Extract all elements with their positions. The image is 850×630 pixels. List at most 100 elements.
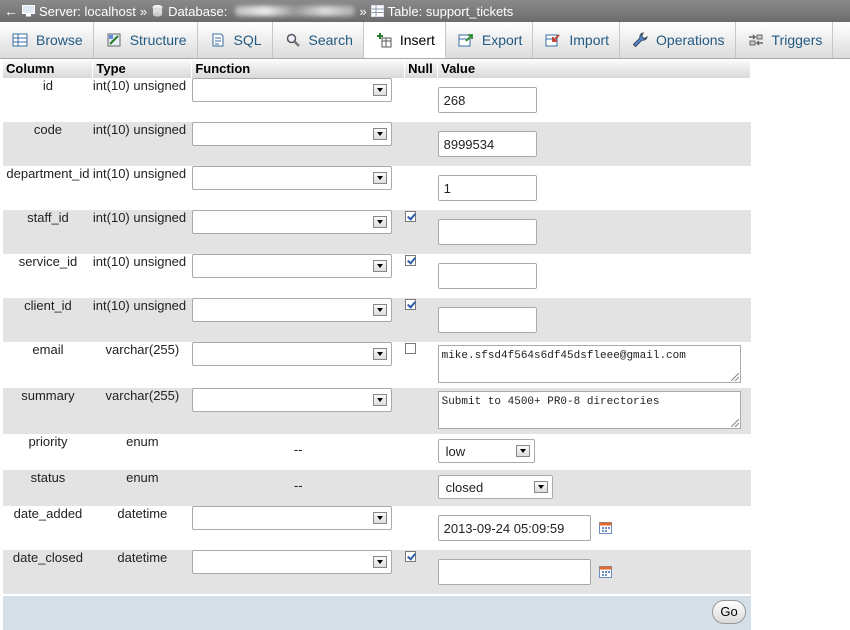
breadcrumb-bar: ← Server: localhost » Database: » Table:… bbox=[0, 0, 850, 22]
sql-icon bbox=[212, 33, 223, 47]
server-icon bbox=[22, 5, 35, 17]
column-type: int(10) unsigned bbox=[92, 254, 192, 298]
column-name: email bbox=[3, 342, 93, 388]
value-input[interactable]: 8999534 bbox=[437, 131, 537, 157]
column-name: date_added bbox=[3, 506, 93, 550]
resize-grip-icon[interactable] bbox=[730, 419, 739, 427]
function-select[interactable] bbox=[191, 550, 392, 574]
tab-export-label: Export bbox=[481, 32, 523, 48]
value-textarea[interactable]: mike.sfsd4f564s6df45dsfleee@gmail.com bbox=[437, 345, 741, 383]
function-select[interactable] bbox=[191, 342, 392, 366]
tab-import[interactable]: Import bbox=[533, 22, 621, 58]
value-input[interactable]: 268 bbox=[437, 87, 537, 113]
dropdown-arrow-icon bbox=[533, 481, 548, 493]
redacted-database-name bbox=[235, 6, 356, 16]
import-icon bbox=[545, 34, 560, 47]
value-input[interactable] bbox=[437, 307, 537, 333]
tab-structure-label: Structure bbox=[129, 32, 187, 48]
value-input[interactable] bbox=[437, 219, 537, 245]
column-type: varchar(255) bbox=[92, 342, 192, 388]
function-select[interactable] bbox=[191, 254, 392, 278]
table-icon bbox=[370, 5, 384, 17]
header-value: Value bbox=[437, 59, 751, 78]
table-row: id int(10) unsigned 268 bbox=[3, 78, 751, 122]
column-type: datetime bbox=[92, 550, 192, 594]
table-row: service_id int(10) unsigned bbox=[3, 254, 751, 298]
value-input[interactable]: 2013-09-24 05:09:59 bbox=[437, 515, 591, 541]
function-select[interactable] bbox=[191, 78, 392, 102]
function-select[interactable] bbox=[191, 122, 392, 146]
textarea-text: Submit to 4500+ PR0-8 directories bbox=[441, 396, 660, 408]
go-button[interactable]: Go bbox=[712, 600, 746, 624]
null-checkbox[interactable] bbox=[404, 299, 416, 310]
function-select[interactable] bbox=[191, 298, 392, 322]
header-null: Null bbox=[404, 59, 439, 78]
null-checkbox[interactable] bbox=[404, 551, 416, 562]
function-select[interactable] bbox=[191, 210, 392, 234]
priority-selected-value: low bbox=[445, 444, 466, 459]
tab-search[interactable]: Search bbox=[273, 22, 364, 58]
triggers-icon bbox=[748, 34, 763, 46]
value-textarea[interactable]: Submit to 4500+ PR0-8 directories bbox=[437, 391, 741, 429]
dropdown-arrow-icon bbox=[372, 304, 387, 316]
column-type: int(10) unsigned bbox=[92, 210, 192, 254]
value-input[interactable]: 1 bbox=[437, 175, 537, 201]
value-input[interactable] bbox=[437, 559, 591, 585]
table-row: client_id int(10) unsigned bbox=[3, 298, 751, 342]
priority-select[interactable]: low bbox=[437, 439, 535, 463]
tab-import-label: Import bbox=[569, 32, 610, 48]
tab-triggers-label: Triggers bbox=[771, 32, 823, 48]
function-select[interactable] bbox=[191, 166, 392, 190]
column-name: code bbox=[3, 122, 93, 166]
tab-browse-label: Browse bbox=[36, 32, 83, 48]
tab-insert[interactable]: Insert bbox=[363, 22, 446, 58]
table-row: status enum -- closed bbox=[3, 470, 751, 506]
table-row: summary varchar(255) Submit to 4500+ PR0… bbox=[3, 388, 751, 434]
tab-export[interactable]: Export bbox=[446, 22, 534, 58]
resize-grip-icon[interactable] bbox=[730, 373, 739, 381]
null-checkbox[interactable] bbox=[404, 343, 416, 354]
breadcrumb-separator: » bbox=[359, 3, 367, 19]
column-type: int(10) unsigned bbox=[92, 122, 192, 166]
dropdown-arrow-icon bbox=[515, 445, 530, 457]
null-checkbox[interactable] bbox=[404, 211, 416, 222]
tab-triggers[interactable]: Triggers bbox=[736, 22, 834, 58]
table-row: staff_id int(10) unsigned bbox=[3, 210, 751, 254]
column-type: enum bbox=[92, 434, 192, 470]
textarea-text: mike.sfsd4f564s6df45dsfleee@gmail.com bbox=[441, 350, 686, 362]
wrench-icon bbox=[632, 32, 648, 48]
breadcrumb-database-label: Database: bbox=[168, 3, 228, 19]
calendar-icon[interactable] bbox=[598, 566, 612, 578]
function-select[interactable] bbox=[191, 506, 392, 530]
breadcrumb-database[interactable]: Database: bbox=[151, 3, 356, 19]
dropdown-arrow-icon bbox=[372, 556, 387, 568]
value-input[interactable] bbox=[437, 263, 537, 289]
calendar-icon[interactable] bbox=[598, 522, 612, 534]
tab-insert-label: Insert bbox=[399, 31, 435, 48]
back-arrow-icon[interactable]: ← bbox=[0, 3, 22, 19]
dropdown-arrow-icon bbox=[372, 394, 387, 406]
dropdown-arrow-icon bbox=[372, 172, 387, 184]
tab-operations[interactable]: Operations bbox=[620, 22, 736, 58]
status-select[interactable]: closed bbox=[437, 475, 553, 499]
insert-icon bbox=[376, 32, 392, 47]
null-checkbox[interactable] bbox=[404, 255, 416, 266]
breadcrumb-separator: » bbox=[139, 3, 148, 19]
column-type: varchar(255) bbox=[92, 388, 192, 434]
tab-sql[interactable]: SQL bbox=[198, 22, 273, 58]
function-select[interactable] bbox=[191, 388, 392, 412]
column-name: client_id bbox=[3, 298, 93, 342]
tab-sql-label: SQL bbox=[233, 32, 262, 48]
browse-icon bbox=[12, 33, 28, 47]
dropdown-arrow-icon bbox=[372, 512, 387, 524]
table-row: department_id int(10) unsigned 1 bbox=[3, 166, 751, 210]
tab-browse[interactable]: Browse bbox=[0, 22, 94, 58]
dropdown-arrow-icon bbox=[372, 348, 387, 360]
breadcrumb-server[interactable]: Server: localhost bbox=[22, 4, 136, 19]
structure-icon bbox=[107, 33, 121, 47]
database-icon bbox=[152, 5, 163, 17]
dropdown-arrow-icon bbox=[372, 84, 387, 96]
search-icon bbox=[286, 33, 300, 47]
tab-structure[interactable]: Structure bbox=[94, 22, 198, 58]
breadcrumb-table[interactable]: Table: support_tickets bbox=[370, 4, 513, 19]
